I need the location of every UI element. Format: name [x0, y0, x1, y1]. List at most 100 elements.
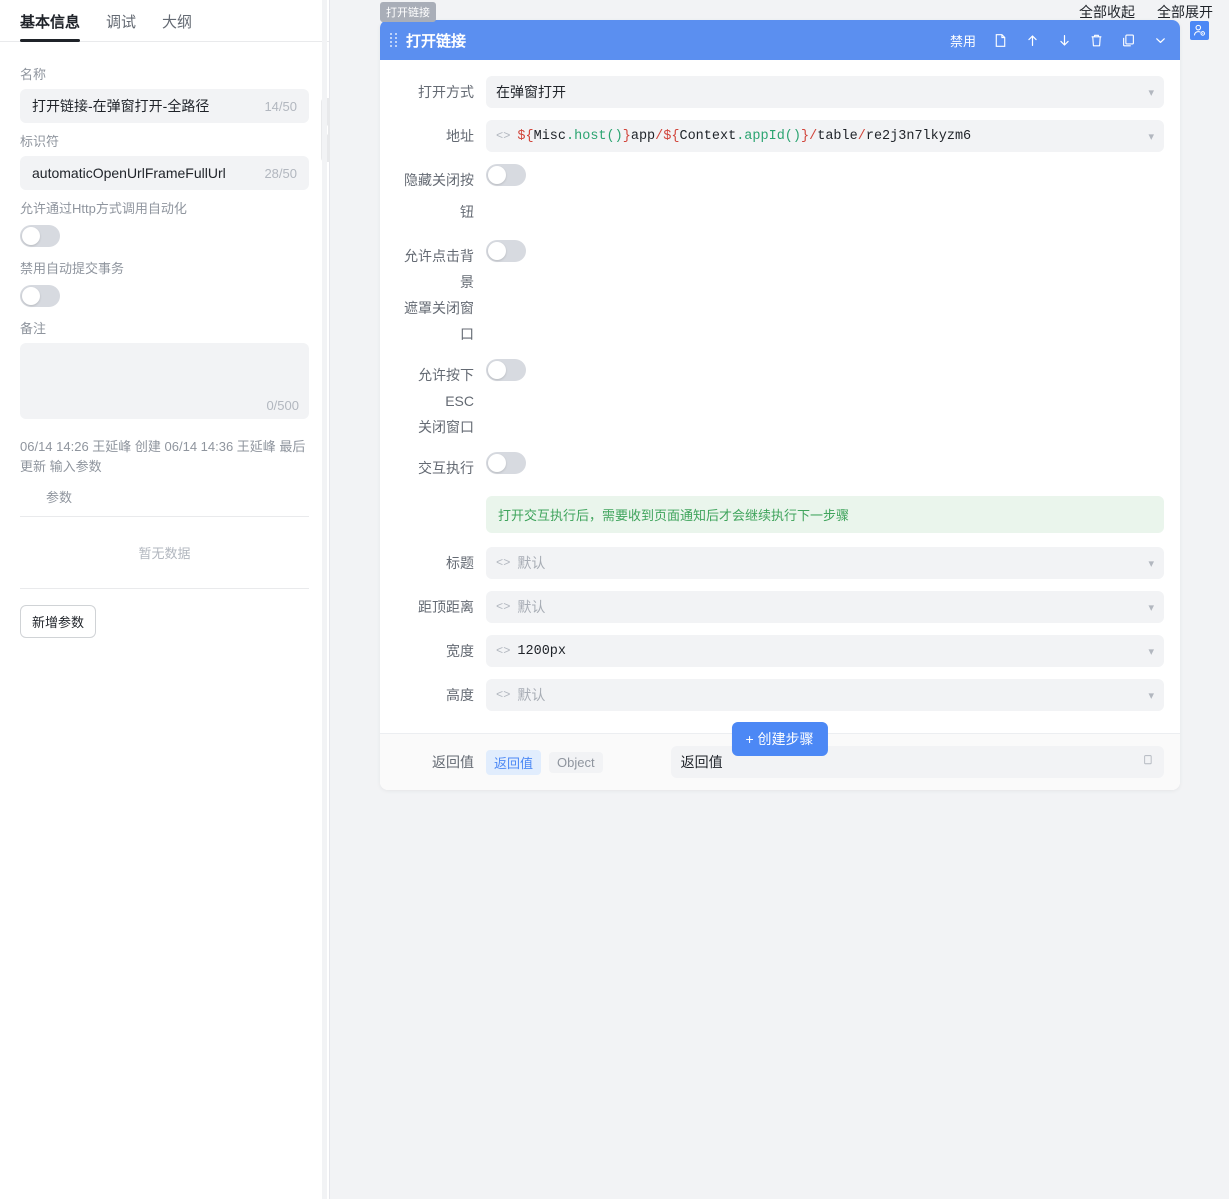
step-card-body: 打开方式 在弹窗打开 ▾ 地址 <> ${Misc.host()}app/${C…	[380, 60, 1180, 733]
step-card: 打开链接 禁用 打开方式 在弹窗打开 ▾ 地址 <> ${Misc.host()…	[380, 20, 1180, 790]
code-icon: <>	[496, 556, 511, 570]
identifier-value: automaticOpenUrlFrameFullUrl	[32, 165, 226, 181]
mask-click-close-switch[interactable]	[486, 240, 526, 262]
switch-knob	[488, 242, 506, 260]
height-label: 高度	[446, 687, 474, 703]
http-toggle-switch[interactable]	[20, 225, 60, 247]
disable-auto-commit-label: 禁用自动提交事务	[20, 261, 125, 276]
copy-icon[interactable]	[1141, 754, 1154, 770]
width-input[interactable]: <> 1200px ▾	[486, 635, 1164, 667]
remark-counter: 0/500	[266, 398, 299, 413]
identifier-counter: 28/50	[264, 165, 297, 181]
drag-handle-icon[interactable]	[390, 32, 400, 48]
interactive-exec-hint: 打开交互执行后，需要收到页面通知后才会继续执行下一步骤	[486, 496, 1164, 533]
chevron-down-icon: ▾	[1148, 557, 1154, 570]
switch-knob	[22, 227, 40, 245]
top-offset-label: 距顶距离	[418, 599, 474, 615]
tab-outline[interactable]: 大纲	[162, 11, 192, 41]
switch-knob	[22, 287, 40, 305]
open-mode-value: 在弹窗打开	[496, 84, 566, 100]
name-counter: 14/50	[264, 98, 297, 114]
copy-icon[interactable]	[1121, 33, 1136, 48]
esc-close-label-line1: 允许按下 ESC	[418, 367, 474, 409]
switch-knob	[488, 454, 506, 472]
add-param-button[interactable]: 新增参数	[20, 605, 97, 638]
disable-auto-commit-switch[interactable]	[20, 285, 60, 307]
open-mode-label: 打开方式	[418, 84, 474, 100]
name-input[interactable]: 打开链接-在弹窗打开-全路径 14/50	[20, 89, 309, 123]
user-gear-icon	[1193, 24, 1206, 36]
move-up-icon[interactable]	[1025, 33, 1040, 48]
return-value-pill[interactable]: 返回值	[486, 749, 542, 775]
width-value: 1200px	[517, 643, 567, 659]
remark-label: 备注	[20, 321, 47, 336]
title-label: 标题	[446, 555, 474, 571]
chevron-down-icon: ▾	[1148, 645, 1154, 658]
row-address: 地址 <> ${Misc.host()}app/${Context.appId(…	[396, 120, 1164, 152]
delete-icon[interactable]	[1089, 33, 1104, 48]
interactive-exec-label: 交互执行	[418, 460, 474, 476]
mask-click-close-label-line2: 遮罩关闭窗口	[404, 300, 474, 342]
top-actions: 全部收起 全部展开	[1079, 2, 1213, 22]
step-card-actions: 禁用	[950, 31, 1168, 50]
identifier-input[interactable]: automaticOpenUrlFrameFullUrl 28/50	[20, 156, 309, 190]
row-title: 标题 <> 默认 ▾	[396, 547, 1164, 579]
param-column-header: 参数	[20, 477, 309, 517]
return-type-pill[interactable]: Object	[549, 751, 603, 773]
address-input[interactable]: <> ${Misc.host()}app/${Context.appId()}/…	[486, 120, 1164, 152]
input-params-title: 输入参数	[49, 459, 102, 474]
title-input[interactable]: <> 默认 ▾	[486, 547, 1164, 579]
hide-close-button-switch[interactable]	[486, 164, 526, 186]
address-label: 地址	[446, 128, 474, 144]
row-esc-close: 允许按下 ESC 关闭窗口	[396, 359, 1164, 440]
sidebar-scrollbar[interactable]	[322, 0, 327, 1199]
row-hide-close-button: 隐藏关闭按钮	[396, 164, 1164, 228]
param-empty-state: 暂无数据	[20, 517, 309, 589]
note-icon[interactable]	[993, 33, 1008, 48]
remark-textarea[interactable]: 0/500	[20, 343, 309, 419]
user-settings-button[interactable]	[1190, 21, 1209, 40]
top-offset-placeholder: 默认	[517, 599, 546, 615]
http-toggle-label: 允许通过Http方式调用自动化	[20, 201, 187, 216]
sidebar: 基本信息 调试 大纲 名称 打开链接-在弹窗打开-全路径 14/50 标识符 a…	[0, 0, 330, 1199]
height-input[interactable]: <> 默认 ▾	[486, 679, 1164, 711]
interactive-exec-switch[interactable]	[486, 452, 526, 474]
disable-auto-commit-row	[20, 285, 309, 310]
disable-step-button[interactable]: 禁用	[950, 31, 976, 50]
move-down-icon[interactable]	[1057, 33, 1072, 48]
tab-basic-info[interactable]: 基本信息	[20, 11, 81, 42]
name-value: 打开链接-在弹窗打开-全路径	[32, 98, 210, 114]
tab-debug[interactable]: 调试	[106, 11, 136, 41]
row-top-offset: 距顶距离 <> 默认 ▾	[396, 591, 1164, 623]
esc-close-label-line2: 关闭窗口	[418, 419, 474, 435]
create-step-button[interactable]: + 创建步骤	[731, 722, 828, 756]
step-card-title: 打开链接	[406, 32, 467, 50]
top-offset-input[interactable]: <> 默认 ▾	[486, 591, 1164, 623]
open-mode-select[interactable]: 在弹窗打开 ▾	[486, 76, 1164, 108]
row-interactive-exec: 交互执行	[396, 452, 1164, 484]
width-label: 宽度	[446, 643, 474, 659]
code-icon: <>	[496, 600, 511, 614]
esc-close-label: 允许按下 ESC 关闭窗口	[396, 359, 486, 440]
http-toggle-row	[20, 225, 309, 250]
collapse-all-button[interactable]: 全部收起	[1079, 2, 1135, 22]
collapse-card-icon[interactable]	[1153, 33, 1168, 48]
switch-knob	[488, 166, 506, 184]
title-placeholder: 默认	[517, 555, 546, 571]
step-card-header: 打开链接 禁用	[380, 20, 1180, 60]
expand-all-button[interactable]: 全部展开	[1157, 2, 1213, 22]
mask-click-close-label-line1: 允许点击背景	[404, 248, 474, 290]
esc-close-switch[interactable]	[486, 359, 526, 381]
chevron-down-icon: ▾	[1148, 130, 1154, 143]
identifier-label: 标识符	[20, 134, 60, 149]
row-width: 宽度 <> 1200px ▾	[396, 635, 1164, 667]
sidebar-body: 名称 打开链接-在弹窗打开-全路径 14/50 标识符 automaticOpe…	[0, 42, 329, 638]
step-type-tag: 打开链接	[380, 2, 436, 22]
hide-close-button-label: 隐藏关闭按钮	[404, 172, 474, 220]
sidebar-tabs: 基本信息 调试 大纲	[0, 0, 329, 42]
row-open-mode: 打开方式 在弹窗打开 ▾	[396, 76, 1164, 108]
chevron-down-icon: ▾	[1148, 601, 1154, 614]
name-label: 名称	[20, 67, 47, 82]
switch-knob	[488, 361, 506, 379]
height-placeholder: 默认	[517, 687, 546, 703]
